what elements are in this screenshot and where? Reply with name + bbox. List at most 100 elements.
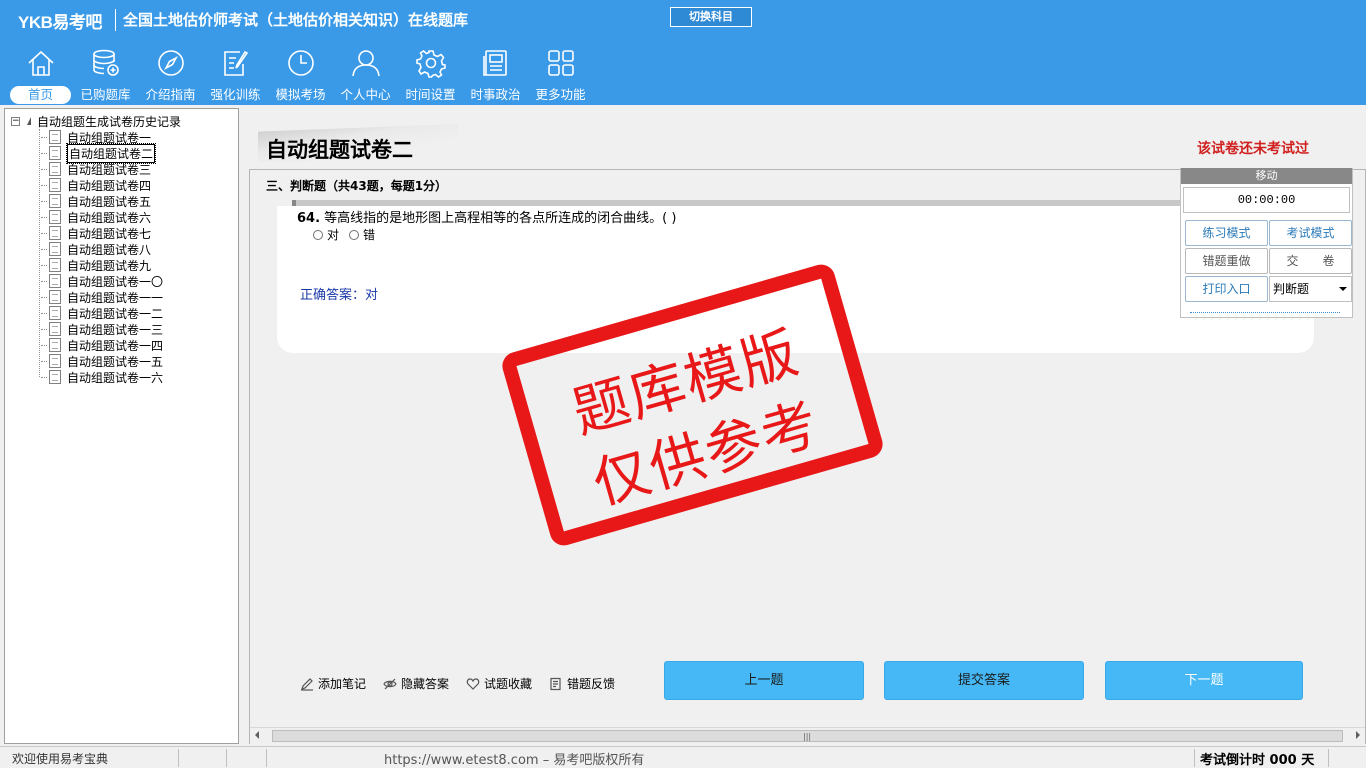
app-header: YKB易考吧 全国土地估价师考试（土地估价相关知识）在线题库 切换科目 首页 已… (0, 0, 1366, 105)
tree-root-label: 自动组题生成试卷历史记录 (37, 114, 182, 129)
news-icon (481, 48, 511, 78)
next-question-button[interactable]: 下一题 (1105, 661, 1303, 700)
tree-item[interactable]: 自动组题试卷一一 (41, 289, 163, 305)
tree-connector (41, 248, 47, 250)
horizontal-scrollbar[interactable]: ||| (250, 727, 1365, 744)
tree-item[interactable]: 自动组题试卷一二 (41, 305, 163, 321)
previous-question-button[interactable]: 上一题 (664, 661, 864, 700)
nav-current-affairs[interactable]: 时事政治 (463, 48, 528, 104)
radio-false[interactable] (349, 229, 360, 240)
nav-home-label: 首页 (10, 86, 71, 104)
tree-connector (41, 168, 47, 170)
submit-answer-button[interactable]: 提交答案 (884, 661, 1084, 700)
document-icon (49, 210, 61, 224)
feedback-tool[interactable]: 错题反馈 (549, 675, 615, 692)
tree-item[interactable]: 自动组题试卷一三 (41, 321, 163, 337)
scroll-right-icon[interactable] (1356, 731, 1360, 739)
practice-mode-button[interactable]: 练习模式 (1185, 220, 1268, 246)
document-icon (49, 162, 61, 176)
tree-item[interactable]: 自动组题试卷四 (41, 177, 163, 193)
option-false[interactable]: 错 (349, 226, 375, 243)
document-icon (49, 242, 61, 256)
nav-intensive-training[interactable]: 强化训练 (203, 48, 268, 104)
tree-item[interactable]: 自动组题试卷一六 (41, 369, 163, 385)
tree-item[interactable]: 自动组题试卷八 (41, 241, 163, 257)
question-number: 64. (297, 211, 321, 226)
tree-root[interactable]: − 自动组题生成试卷历史记录 (11, 113, 181, 129)
tree-connector (41, 152, 47, 154)
tree-item[interactable]: 自动组题试卷七 (41, 225, 163, 241)
tree-connector (41, 264, 47, 266)
nav-purchased-label: 已购题库 (80, 87, 131, 102)
edit-icon (221, 48, 251, 78)
document-icon (49, 306, 61, 320)
tree-list: 自动组题试卷一 自动组题试卷二 自动组题试卷三 自动组题试卷四 自动组题试卷五 自动组题试… (41, 129, 163, 385)
tree-connector (41, 312, 47, 314)
tree-item-label: 自动组题试卷四 (67, 178, 152, 193)
feedback-label: 错题反馈 (567, 677, 616, 691)
compass-icon (156, 48, 186, 78)
tree-item[interactable]: 自动组题试卷一五 (41, 353, 163, 369)
switch-subject-button[interactable]: 切换科目 (670, 7, 752, 27)
nav-guide[interactable]: 介绍指南 (138, 48, 203, 104)
status-separator (178, 749, 179, 767)
scroll-left-icon[interactable] (255, 731, 259, 739)
hide-answer-tool[interactable]: 隐藏答案 (383, 675, 449, 692)
option-true-label: 对 (327, 228, 340, 242)
tree-item-label: 自动组题试卷一一 (67, 290, 164, 305)
nav-personal-center[interactable]: 个人中心 (333, 48, 398, 104)
tree-item[interactable]: 自动组题试卷一〇 (41, 273, 163, 289)
exam-mode-button[interactable]: 考试模式 (1269, 220, 1352, 246)
tree-item-label: 自动组题试卷一三 (67, 322, 164, 337)
radio-true[interactable] (313, 229, 323, 240)
nav-home[interactable]: 首页 (8, 48, 73, 104)
correct-answer: 正确答案：对 (300, 288, 379, 303)
clock-icon (286, 48, 316, 78)
tree-item[interactable]: 自动组题试卷九 (41, 257, 163, 273)
tree-item-label: 自动组题试卷一四 (67, 338, 164, 353)
status-welcome: 欢迎使用易考宝典 (12, 752, 109, 766)
option-true[interactable]: 对 (313, 226, 339, 243)
tree-connector (41, 216, 47, 218)
nav-mock-exam[interactable]: 模拟考场 (268, 48, 333, 104)
hide-answer-label: 隐藏答案 (401, 677, 450, 691)
panel-dotted-line (1190, 312, 1340, 315)
nav-mock-label: 模拟考场 (275, 87, 326, 102)
section-heading: 三、判断题（共43题，每题1分） (266, 179, 448, 193)
tree-item-label: 自动组题试卷六 (67, 210, 152, 225)
status-separator (1194, 749, 1195, 767)
add-note-tool[interactable]: 添加笔记 (300, 675, 366, 692)
nav-time-label: 时间设置 (405, 87, 456, 102)
home-icon (26, 48, 56, 78)
document-icon (49, 178, 61, 192)
tree-item[interactable]: 自动组题试卷二 (41, 142, 163, 164)
favorite-tool[interactable]: 试题收藏 (466, 675, 532, 692)
scroll-grip-icon: ||| (803, 732, 812, 741)
collapse-icon[interactable]: − (11, 116, 20, 126)
document-icon (49, 194, 61, 208)
document-icon (49, 130, 61, 144)
nav-time-settings[interactable]: 时间设置 (398, 48, 463, 104)
tree-item[interactable]: 自动组题试卷五 (41, 193, 163, 209)
tree-connector (41, 360, 47, 362)
status-copyright: https://www.etest8.com – 易考吧版权所有 (384, 753, 645, 768)
database-icon (91, 48, 121, 78)
tree-item[interactable]: 自动组题试卷六 (41, 209, 163, 225)
exam-countdown: 考试倒计时 000 天 (1200, 753, 1315, 768)
document-icon (49, 338, 61, 352)
tree-item[interactable]: 自动组题试卷三 (41, 161, 163, 177)
nav-more-functions[interactable]: 更多功能 (528, 48, 593, 104)
print-entry-button[interactable]: 打印入口 (1185, 276, 1268, 302)
main-nav: 首页 已购题库 介绍指南 强化训练 模拟考场 个人中心 时间设置 时事政治 更多… (8, 48, 593, 104)
question-type-select[interactable]: 判断题 (1269, 276, 1352, 302)
tree-item[interactable]: 自动组题试卷一四 (41, 337, 163, 353)
tree-item-label: 自动组题试卷一六 (67, 370, 164, 385)
paper-history-tree[interactable]: − 自动组题生成试卷历史记录 自动组题试卷一 自动组题试卷二 自动组题试卷三 自动组题… (4, 108, 239, 744)
panel-move-handle[interactable]: 移动 (1181, 168, 1352, 184)
header-divider (115, 9, 116, 31)
hand-in-button[interactable]: 交 卷 (1269, 248, 1352, 274)
tree-connector (41, 200, 47, 202)
redo-wrong-button[interactable]: 错题重做 (1185, 248, 1268, 274)
nav-purchased-banks[interactable]: 已购题库 (73, 48, 138, 104)
tree-connector (39, 129, 40, 377)
